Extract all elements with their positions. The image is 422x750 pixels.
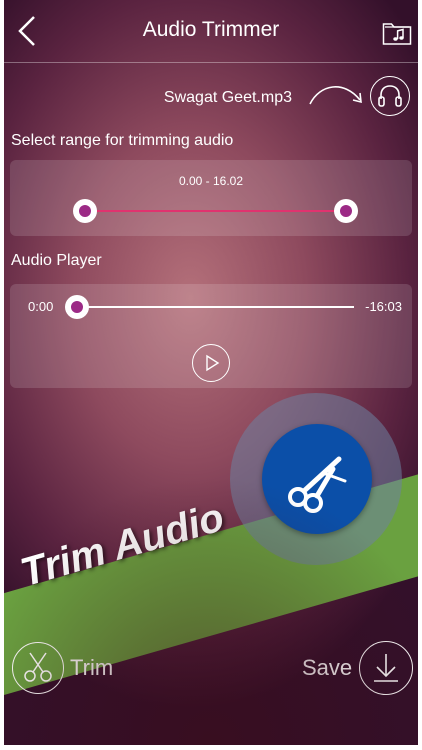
range-track[interactable] (80, 210, 344, 212)
preview-audio-button[interactable] (370, 76, 410, 116)
remaining-time: -16:03 (365, 299, 402, 314)
range-value: 0.00 - 16.02 (178, 174, 244, 188)
playback-thumb[interactable] (65, 295, 89, 319)
range-slider-card: 0.00 - 16.02 (10, 160, 412, 236)
playback-track[interactable] (82, 306, 354, 308)
elapsed-time: 0:00 (28, 299, 54, 314)
play-icon (206, 354, 220, 372)
scissors-outline-icon (24, 652, 52, 682)
header-bar: Audio Trimmer (4, 0, 418, 63)
trim-label[interactable]: Trim (70, 655, 113, 681)
curved-arrow-icon (309, 86, 362, 105)
file-name: Swagat Geet.mp3 (163, 89, 292, 106)
range-end-thumb[interactable] (334, 199, 358, 223)
download-icon (374, 654, 398, 682)
scissors-icon (288, 456, 347, 513)
player-section-label: Audio Player (11, 252, 102, 269)
music-folder-icon (382, 23, 412, 45)
page-title: Audio Trimmer (142, 18, 280, 41)
trim-button[interactable] (12, 642, 64, 694)
range-section-label: Select range for trimming audio (11, 132, 234, 149)
save-label[interactable]: Save (302, 655, 352, 681)
audio-player-card: 0:00 -16:03 (10, 284, 412, 388)
music-folder-button[interactable] (382, 20, 412, 46)
headphones-icon (378, 85, 402, 107)
play-button[interactable] (192, 344, 230, 382)
save-button[interactable] (359, 641, 413, 695)
trim-fab-button[interactable] (262, 424, 372, 534)
range-start-thumb[interactable] (73, 199, 97, 223)
